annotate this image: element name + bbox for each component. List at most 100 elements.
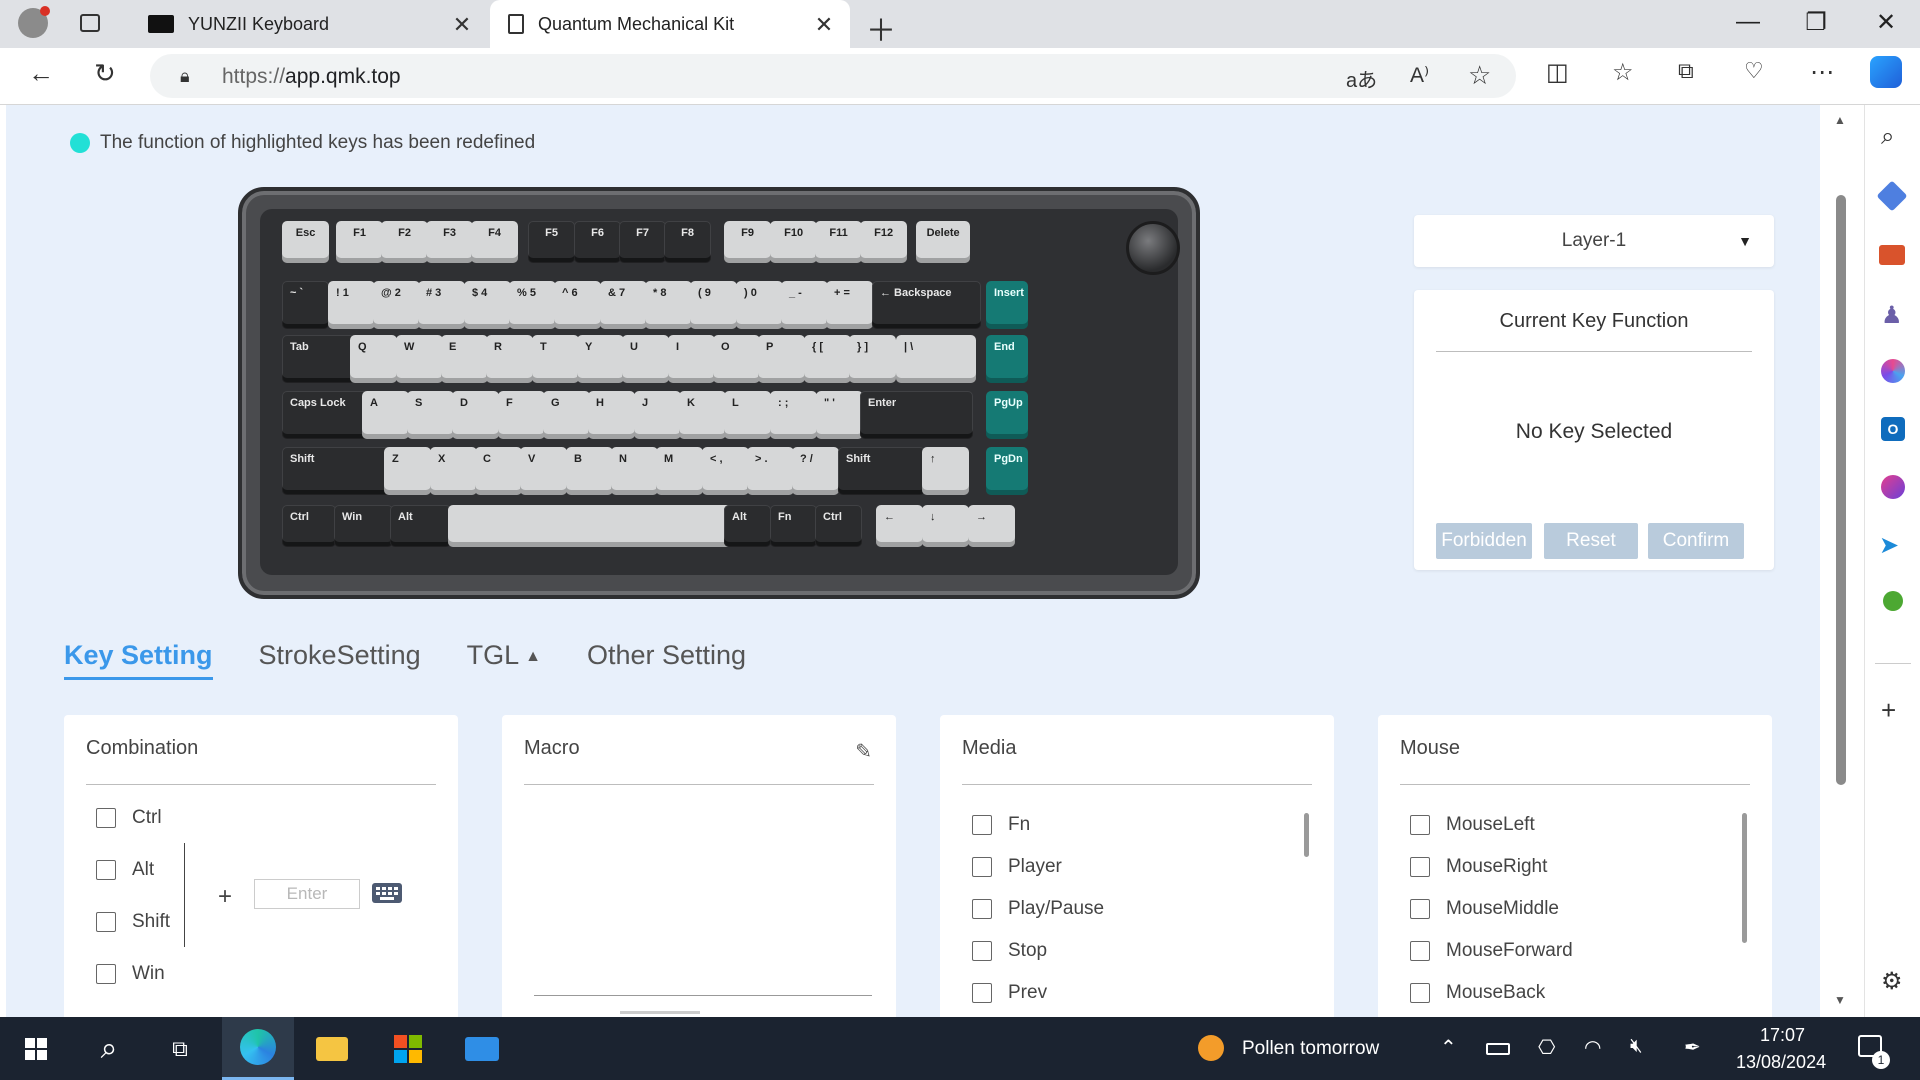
checkbox[interactable] — [1410, 941, 1430, 961]
media-item[interactable]: Prev — [972, 982, 1047, 1004]
keyboard-key[interactable]: Q — [350, 335, 398, 383]
keyboard-key[interactable]: ! 1 — [328, 281, 376, 329]
keyboard-key[interactable]: W — [396, 335, 444, 383]
battery-icon[interactable] — [1486, 1043, 1510, 1055]
weather-icon[interactable] — [1198, 1035, 1224, 1061]
pen-icon[interactable]: ✒ — [1684, 1035, 1701, 1060]
checkbox[interactable] — [96, 808, 116, 828]
keyboard-key[interactable]: $ 4 — [464, 281, 512, 329]
refresh-icon[interactable]: ↻ — [94, 58, 116, 89]
keyboard-key[interactable]: J — [634, 391, 682, 439]
media-scrollbar[interactable] — [1304, 813, 1309, 857]
keyboard-key[interactable]: ~ ` — [282, 281, 330, 329]
microsoft-store-icon[interactable] — [382, 1017, 434, 1080]
keyboard-key[interactable]: Caps Lock — [282, 391, 370, 439]
keyboard-key[interactable]: Enter — [860, 391, 974, 439]
checkbox[interactable] — [972, 815, 992, 835]
modifier-win[interactable]: Win — [96, 963, 165, 985]
keyboard-key[interactable]: # 3 — [418, 281, 466, 329]
read-aloud-icon[interactable]: A⁾ — [1410, 63, 1429, 88]
url-field[interactable]: 🔒︎ https://app.qmk.top aあ A⁾ ☆ — [150, 54, 1516, 98]
meet-icon[interactable]: ⎔ — [1538, 1035, 1555, 1060]
keyboard-key[interactable]: H — [588, 391, 636, 439]
keyboard-key[interactable]: F3 — [426, 221, 474, 263]
tab-other-setting[interactable]: Other Setting — [587, 640, 746, 680]
designer-icon[interactable] — [1881, 475, 1905, 499]
mouse-item[interactable]: MouseMiddle — [1410, 898, 1559, 920]
tools-icon[interactable] — [1879, 245, 1905, 265]
keyboard-key[interactable]: & 7 — [600, 281, 648, 329]
wifi-icon[interactable]: ◠ — [1584, 1035, 1601, 1060]
shopping-tag-icon[interactable] — [1876, 180, 1908, 212]
keyboard-key[interactable]: Shift — [282, 447, 396, 495]
favorites-icon[interactable]: ☆ — [1612, 58, 1634, 87]
close-tab-icon[interactable]: ✕ — [450, 12, 474, 38]
macro-scroll-handle[interactable] — [620, 1011, 700, 1014]
keyboard-key[interactable]: I — [668, 335, 716, 383]
keyboard-key[interactable]: L — [724, 391, 772, 439]
keyboard-key[interactable]: Alt — [724, 505, 772, 547]
keyboard-key[interactable]: F5 — [528, 221, 576, 263]
scroll-up-icon[interactable]: ▲ — [1834, 113, 1846, 127]
keyboard-key[interactable]: P — [758, 335, 806, 383]
mouse-item[interactable]: MouseRight — [1410, 856, 1547, 878]
add-icon[interactable]: + — [1881, 695, 1896, 726]
tab-quantum-mechanical-kit[interactable]: Quantum Mechanical Kit ✕ — [490, 0, 850, 48]
volume-muted-icon[interactable]: 🔇︎ — [1630, 1035, 1643, 1058]
keyboard-key[interactable]: M — [656, 447, 704, 495]
confirm-button[interactable]: Confirm — [1648, 523, 1744, 559]
keyboard-key[interactable]: Tab — [282, 335, 356, 383]
weather-text[interactable]: Pollen tomorrow — [1242, 1038, 1379, 1060]
keyboard-key[interactable]: U — [622, 335, 670, 383]
keyboard-key[interactable]: ↑ — [922, 447, 970, 495]
keyboard-key[interactable]: Z — [384, 447, 432, 495]
scroll-thumb[interactable] — [1836, 195, 1846, 785]
keyboard-key[interactable]: E — [441, 335, 489, 383]
search-icon[interactable]: ⌕ — [1881, 123, 1894, 151]
keyboard-key[interactable]: D — [452, 391, 500, 439]
keyboard-key[interactable]: Esc — [282, 221, 330, 263]
tree-icon[interactable] — [1883, 591, 1903, 611]
keyboard-key[interactable]: " ' — [816, 391, 864, 439]
checkbox[interactable] — [96, 860, 116, 880]
keyboard-key[interactable]: F12 — [860, 221, 908, 263]
keyboard-key[interactable]: Y — [577, 335, 625, 383]
clock-date[interactable]: 13/08/2024 — [1736, 1052, 1826, 1073]
keyboard-key[interactable]: Ctrl — [282, 505, 337, 547]
close-tab-icon[interactable]: ✕ — [812, 12, 836, 38]
minimize-icon[interactable]: — — [1728, 8, 1768, 36]
keyboard-key[interactable]: ↓ — [922, 505, 970, 547]
tab-tgl[interactable]: TGL ▲ — [467, 640, 541, 680]
more-menu-icon[interactable]: ⋯ — [1810, 58, 1834, 87]
keyboard-key[interactable]: PgUp — [986, 391, 1029, 439]
volume-knob[interactable] — [1126, 221, 1180, 275]
edit-pencil-icon[interactable]: ✎ — [855, 739, 872, 764]
keyboard-key[interactable]: F8 — [664, 221, 712, 263]
keyboard-key[interactable]: S — [407, 391, 455, 439]
modifier-shift[interactable]: Shift — [96, 911, 170, 933]
tab-actions-icon[interactable] — [80, 14, 100, 32]
checkbox[interactable] — [1410, 983, 1430, 1003]
keyboard-key[interactable]: V — [520, 447, 568, 495]
file-explorer-icon[interactable] — [306, 1017, 358, 1080]
keyboard-key[interactable]: F9 — [724, 221, 772, 263]
forbidden-button[interactable]: Forbidden — [1436, 523, 1532, 559]
keyboard-key[interactable]: N — [611, 447, 659, 495]
checkbox[interactable] — [96, 912, 116, 932]
keyboard-key[interactable]: Fn — [770, 505, 818, 547]
media-item[interactable]: Stop — [972, 940, 1047, 962]
media-item[interactable]: Play/Pause — [972, 898, 1104, 920]
favorite-star-icon[interactable]: ☆ — [1468, 60, 1491, 91]
keyboard-key[interactable]: C — [475, 447, 523, 495]
keyboard-key[interactable]: : ; — [770, 391, 818, 439]
keyboard-key[interactable]: F1 — [336, 221, 384, 263]
browser-essentials-icon[interactable]: ♡ — [1744, 58, 1764, 84]
tray-chevron-icon[interactable]: ⌃ — [1440, 1035, 1457, 1060]
keyboard-key[interactable]: ? / — [792, 447, 840, 495]
modifier-alt[interactable]: Alt — [96, 859, 154, 881]
keyboard-key[interactable]: F7 — [619, 221, 667, 263]
taskbar-search-icon[interactable]: ⌕ — [84, 1017, 134, 1080]
keyboard-key[interactable]: ) 0 — [736, 281, 784, 329]
translate-icon[interactable]: aあ — [1346, 64, 1377, 93]
modifier-ctrl[interactable]: Ctrl — [96, 807, 162, 829]
